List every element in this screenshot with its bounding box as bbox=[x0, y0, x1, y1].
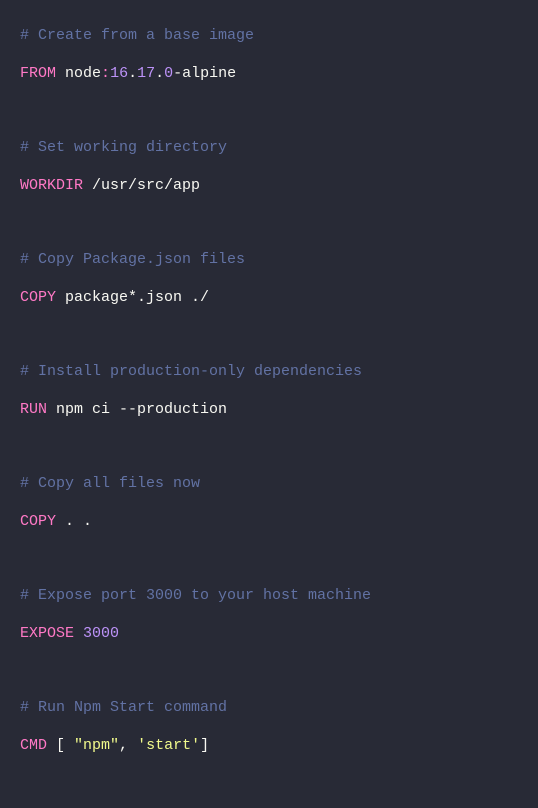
code-line: COPY package*.json ./ bbox=[20, 286, 518, 310]
code-line: WORKDIR /usr/src/app bbox=[20, 174, 518, 198]
version-patch: 0 bbox=[164, 65, 173, 82]
comment-text: # Install production-only dependencies bbox=[20, 363, 362, 380]
comma: , bbox=[119, 737, 137, 754]
version-major: 16 bbox=[110, 65, 128, 82]
keyword-cmd: CMD bbox=[20, 737, 47, 754]
args: package*.json ./ bbox=[65, 289, 209, 306]
comment-text: # Run Npm Start command bbox=[20, 699, 227, 716]
code-line: # Create from a base image bbox=[20, 24, 518, 48]
string-npm: "npm" bbox=[74, 737, 119, 754]
dot: . bbox=[155, 65, 164, 82]
code-line: EXPOSE 3000 bbox=[20, 622, 518, 646]
dockerfile-code-block: # Create from a base image FROM node:16.1… bbox=[20, 24, 518, 758]
code-line: FROM node:16.17.0-alpine bbox=[20, 62, 518, 86]
port-number: 3000 bbox=[83, 625, 119, 642]
blank-line bbox=[20, 212, 518, 248]
code-line: COPY . . bbox=[20, 510, 518, 534]
keyword-from: FROM bbox=[20, 65, 56, 82]
code-line: RUN npm ci --production bbox=[20, 398, 518, 422]
dot: . bbox=[128, 65, 137, 82]
keyword-expose: EXPOSE bbox=[20, 625, 74, 642]
comment-text: # Expose port 3000 to your host machine bbox=[20, 587, 371, 604]
code-line: # Install production-only dependencies bbox=[20, 360, 518, 384]
keyword: RUN bbox=[20, 401, 47, 418]
comment-text: # Create from a base image bbox=[20, 27, 254, 44]
code-line: # Expose port 3000 to your host machine bbox=[20, 584, 518, 608]
blank-line bbox=[20, 660, 518, 696]
image-suffix: -alpine bbox=[173, 65, 236, 82]
keyword: COPY bbox=[20, 513, 56, 530]
args: . . bbox=[65, 513, 92, 530]
blank-line bbox=[20, 548, 518, 584]
code-line: # Run Npm Start command bbox=[20, 696, 518, 720]
args: npm ci --production bbox=[56, 401, 227, 418]
blank-line bbox=[20, 324, 518, 360]
right-bracket: ] bbox=[200, 737, 209, 754]
code-line: # Copy Package.json files bbox=[20, 248, 518, 272]
code-line: # Copy all files now bbox=[20, 472, 518, 496]
version-minor: 17 bbox=[137, 65, 155, 82]
blank-line bbox=[20, 436, 518, 472]
comment-text: # Set working directory bbox=[20, 139, 227, 156]
keyword: COPY bbox=[20, 289, 56, 306]
blank-line bbox=[20, 100, 518, 136]
comment-text: # Copy Package.json files bbox=[20, 251, 245, 268]
args: /usr/src/app bbox=[92, 177, 200, 194]
colon: : bbox=[101, 65, 110, 82]
code-line: CMD [ "npm", 'start'] bbox=[20, 734, 518, 758]
keyword: WORKDIR bbox=[20, 177, 83, 194]
code-line: # Set working directory bbox=[20, 136, 518, 160]
string-start: 'start' bbox=[137, 737, 200, 754]
image-name: node bbox=[65, 65, 101, 82]
left-bracket: [ bbox=[47, 737, 74, 754]
comment-text: # Copy all files now bbox=[20, 475, 200, 492]
